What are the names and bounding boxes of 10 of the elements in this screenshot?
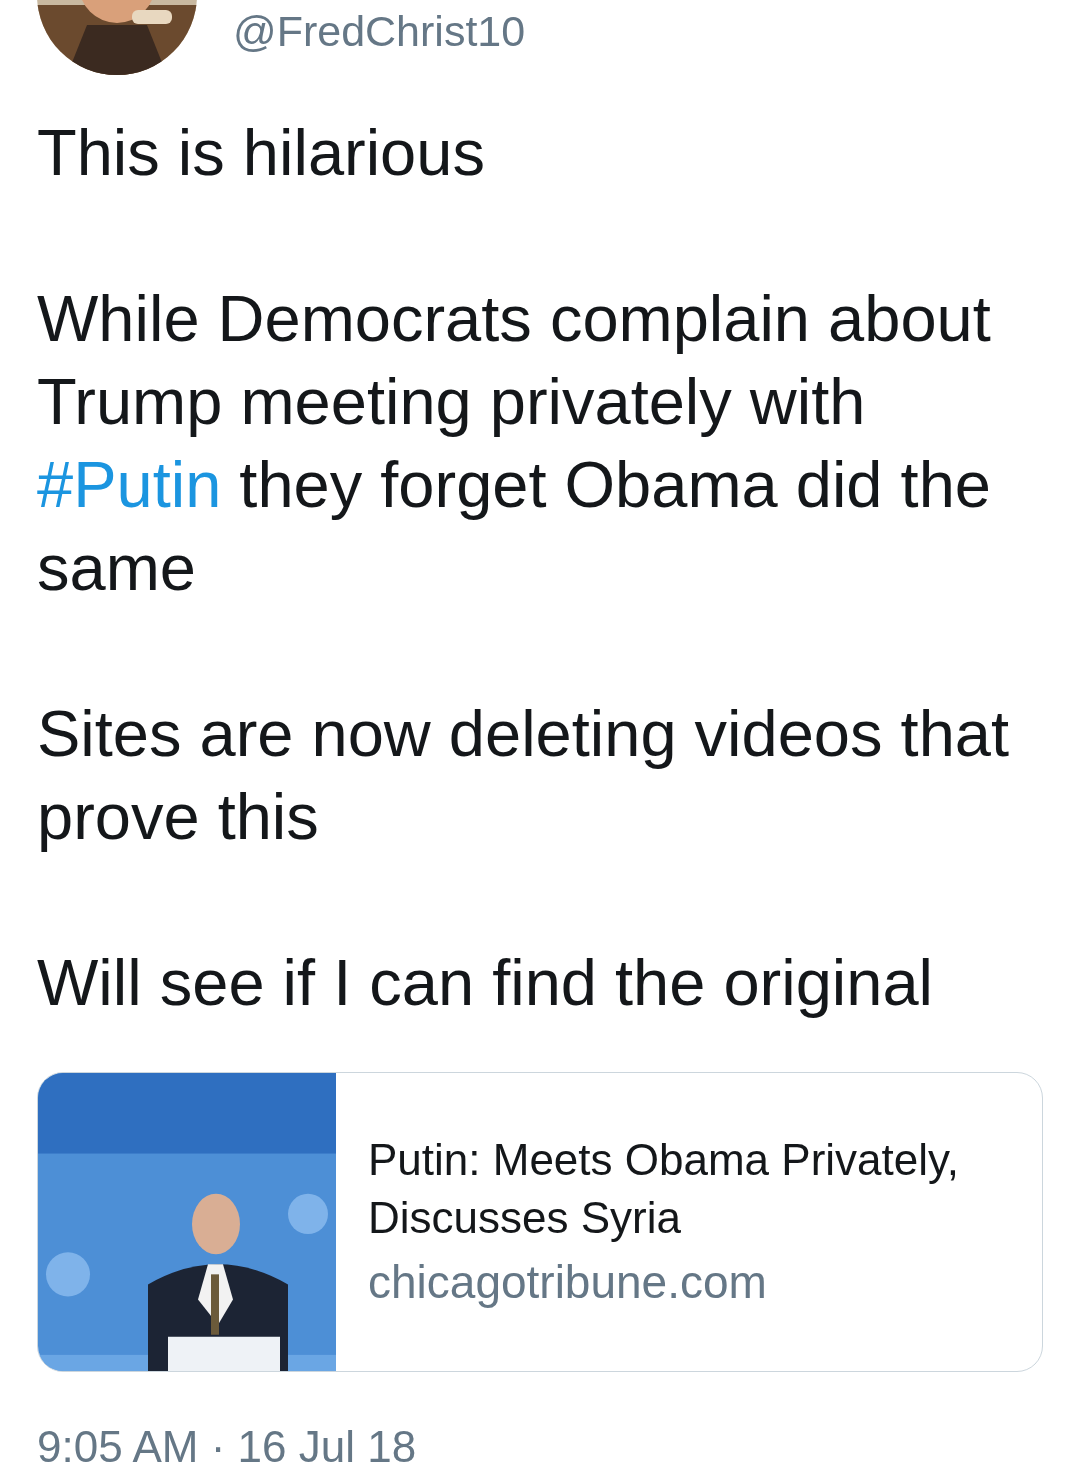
tweet-text: While Democrats complain about Trump meeting privately with #Putin they forget Obama did the same — [37, 281, 992, 606]
hashtag-link[interactable]: #Putin — [37, 448, 222, 521]
card-domain: chicagotribune.com — [368, 1255, 768, 1310]
link-card[interactable]: Putin: Meets Obama Privately, Discusses Syria chicagotribune.com — [37, 1072, 1043, 1372]
tweet-text: Sites are now deleting videos that prove this — [37, 696, 1010, 855]
tweet-text: This is hilarious — [37, 115, 486, 191]
tweet-text: Will see if I can find the original — [37, 945, 934, 1021]
card-title: Putin: Meets Obama Privately, Discusses Syria — [368, 1134, 960, 1244]
timestamp: 9:05 AM · 16 Jul 18 — [37, 1422, 418, 1464]
user-handle[interactable]: @FredChrist10 — [233, 7, 526, 56]
